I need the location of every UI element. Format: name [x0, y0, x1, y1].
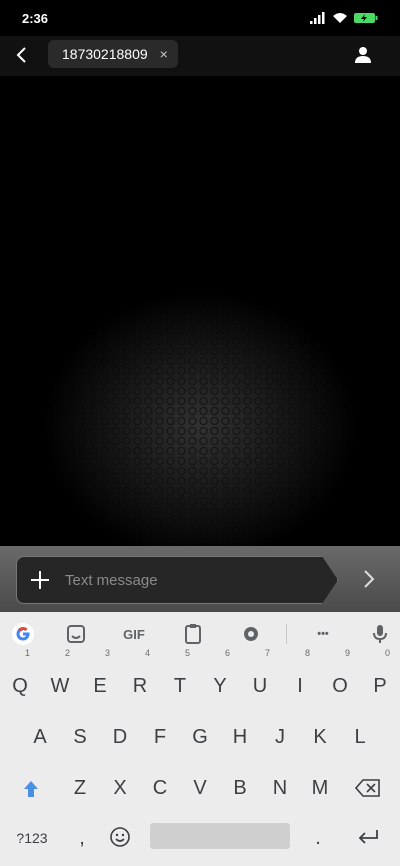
emoji-icon[interactable]: [109, 826, 131, 848]
message-input[interactable]: Text message: [16, 556, 338, 604]
key-f[interactable]: F: [140, 713, 180, 761]
google-icon[interactable]: [9, 622, 37, 646]
key-row-1: Q1 W2 E3 R4 T5 Y6 U7 I8 O9 P0: [0, 648, 400, 710]
symbols-key[interactable]: ?123: [10, 814, 54, 862]
key-q[interactable]: Q1: [0, 648, 40, 710]
status-time: 2:36: [22, 10, 49, 26]
status-bar: 2:36: [0, 0, 400, 36]
key-b[interactable]: B: [220, 764, 260, 812]
microphone-icon[interactable]: [366, 622, 394, 646]
keyboard-toolbar: GIF •••: [0, 612, 400, 656]
enter-icon[interactable]: [356, 828, 380, 846]
contact-icon[interactable]: [352, 44, 374, 66]
compose-bar: Text message: [0, 546, 400, 612]
back-arrow-icon[interactable]: [12, 44, 34, 66]
key-comma[interactable]: ,: [62, 814, 102, 862]
key-row-2: A S D F G H J K L: [0, 713, 400, 761]
key-k[interactable]: K: [300, 713, 340, 761]
key-h[interactable]: H: [220, 713, 260, 761]
key-o[interactable]: O9: [320, 648, 360, 710]
gif-button[interactable]: GIF: [120, 622, 148, 646]
key-z[interactable]: Z: [60, 764, 100, 812]
recipient-chip[interactable]: 18730218809 ×: [48, 40, 178, 68]
key-j[interactable]: J: [260, 713, 300, 761]
key-r[interactable]: R4: [120, 648, 160, 710]
space-bar[interactable]: [150, 823, 290, 849]
more-button[interactable]: •••: [309, 622, 337, 646]
key-c[interactable]: C: [140, 764, 180, 812]
key-t[interactable]: T5: [160, 648, 200, 710]
sticker-icon[interactable]: [62, 622, 90, 646]
battery-icon: [354, 13, 378, 23]
key-n[interactable]: N: [260, 764, 300, 812]
settings-icon[interactable]: [237, 622, 265, 646]
key-u[interactable]: U7: [240, 648, 280, 710]
key-e[interactable]: E3: [80, 648, 120, 710]
toolbar-divider: [286, 624, 287, 644]
key-v[interactable]: V: [180, 764, 220, 812]
key-d[interactable]: D: [100, 713, 140, 761]
key-i[interactable]: I8: [280, 648, 320, 710]
recipient-number: 18730218809: [62, 46, 148, 62]
message-area: [0, 76, 400, 546]
key-p[interactable]: P0: [360, 648, 400, 710]
key-a[interactable]: A: [20, 713, 60, 761]
plus-icon[interactable]: [29, 569, 51, 591]
keyboard: GIF ••• Q1 W2 E3 R4 T5 Y6 U7 I8 O9 P0 A …: [0, 612, 400, 866]
key-l[interactable]: L: [340, 713, 380, 761]
key-y[interactable]: Y6: [200, 648, 240, 710]
key-s[interactable]: S: [60, 713, 100, 761]
key-row-3: Z X C V B N M: [0, 764, 400, 812]
key-row-4: ?123 , .: [0, 814, 400, 862]
conversation-header: 18730218809 ×: [0, 36, 400, 76]
key-w[interactable]: W2: [40, 648, 80, 710]
key-x[interactable]: X: [100, 764, 140, 812]
shift-icon[interactable]: [20, 778, 42, 800]
key-g[interactable]: G: [180, 713, 220, 761]
clipboard-icon[interactable]: [179, 622, 207, 646]
send-arrow-icon[interactable]: [360, 568, 378, 590]
key-m[interactable]: M: [300, 764, 340, 812]
message-placeholder: Text message: [65, 571, 158, 589]
signal-icon: [310, 12, 325, 24]
status-icons: [310, 12, 378, 24]
wifi-icon: [333, 13, 347, 23]
remove-recipient-button[interactable]: ×: [160, 46, 168, 62]
backspace-icon[interactable]: [355, 778, 381, 798]
key-period[interactable]: .: [298, 814, 338, 862]
